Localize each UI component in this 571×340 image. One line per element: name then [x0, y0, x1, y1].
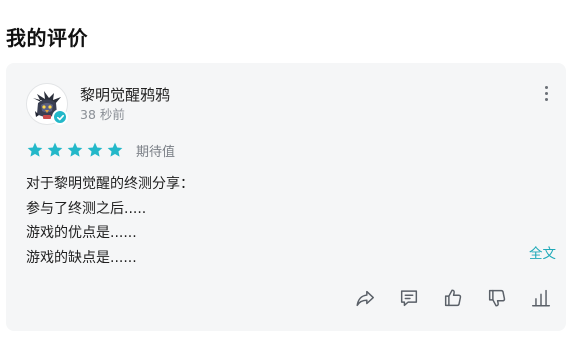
review-line: 游戏的缺点是...... [26, 249, 137, 266]
review-text: 对于黎明觉醒的终测分享： 参与了终测之后..... 游戏的优点是...... 游… [26, 172, 194, 270]
comment-button[interactable] [396, 285, 422, 311]
action-bar [352, 285, 554, 311]
comment-icon [400, 290, 418, 307]
expand-full-text-link[interactable]: 全文 [515, 244, 556, 264]
share-button[interactable] [352, 285, 378, 311]
review-timestamp: 38 秒前 [80, 107, 125, 122]
star-rating: 期待值 [26, 140, 175, 160]
star-icon [67, 142, 83, 157]
bar-chart-icon [532, 289, 550, 307]
stars-group [26, 141, 124, 159]
review-page: 我的评价 黎明觉醒鸦鸦 38 秒前 期待值 对于黎明觉醒的终测分享： 参与了终测… [0, 0, 571, 340]
dislike-button[interactable] [484, 285, 510, 311]
like-button[interactable] [440, 285, 466, 311]
rating-label: 期待值 [136, 144, 176, 160]
star-icon [27, 142, 43, 157]
star-icon [87, 142, 103, 157]
review-line: 对于黎明觉醒的终测分享： [26, 176, 194, 192]
share-arrow-icon [356, 290, 374, 307]
verified-check-badge-icon [52, 109, 68, 125]
review-line: 游戏的优点是...... [26, 225, 137, 241]
review-card: 黎明觉醒鸦鸦 38 秒前 期待值 对于黎明觉醒的终测分享： 参与了终测之后...… [6, 63, 566, 331]
star-icon [107, 142, 123, 157]
more-vertical-icon[interactable] [538, 83, 554, 103]
review-line: 参与了终测之后..... [26, 200, 147, 217]
thumbs-down-icon [488, 289, 506, 307]
section-title: 我的评价 [6, 26, 88, 50]
star-icon [47, 142, 63, 157]
avatar[interactable] [26, 83, 68, 125]
stats-button[interactable] [528, 285, 554, 311]
thumbs-up-icon [444, 289, 462, 307]
username[interactable]: 黎明觉醒鸦鸦 [80, 85, 170, 105]
